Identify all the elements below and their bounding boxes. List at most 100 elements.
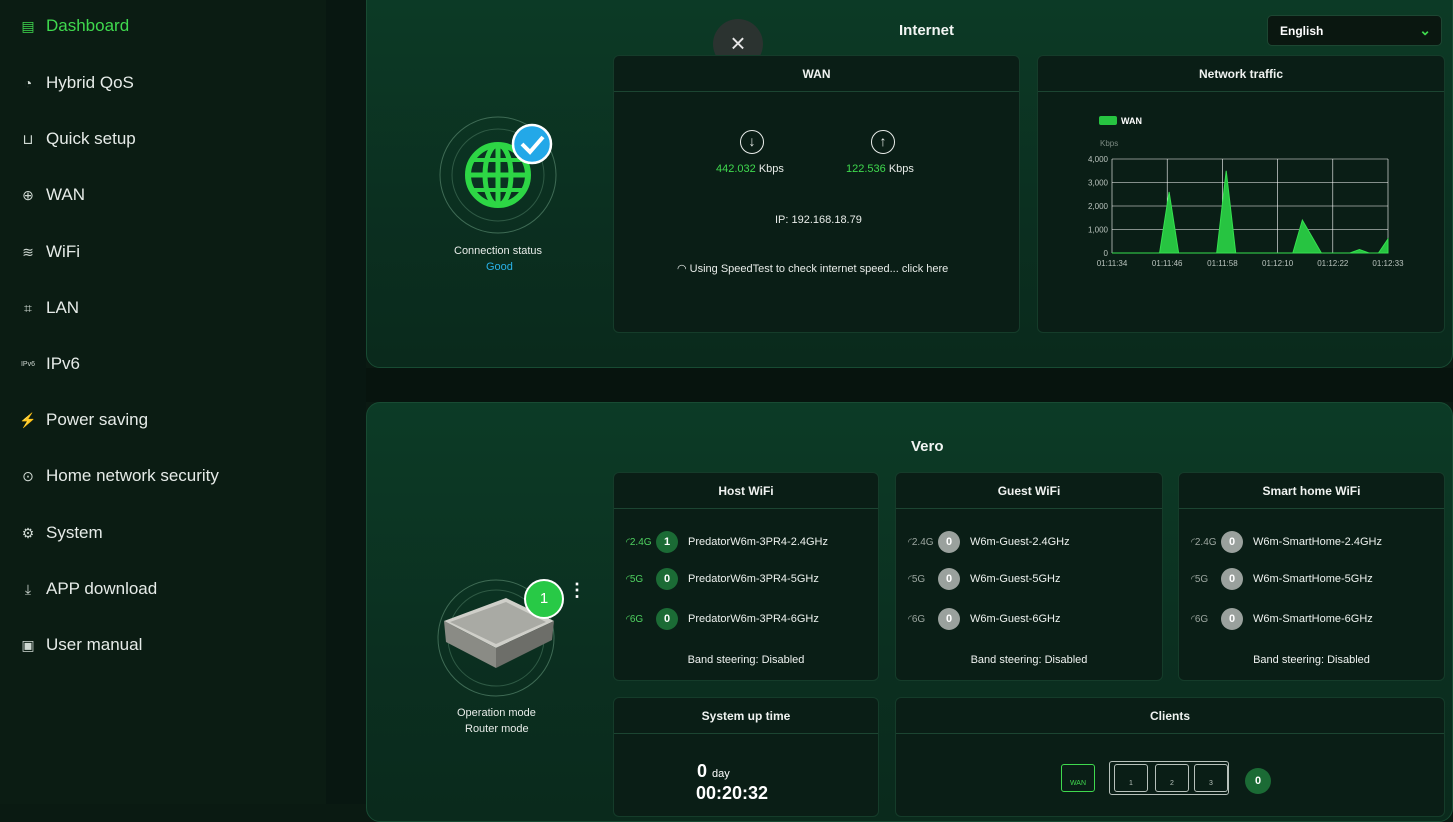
upload-unit: Kbps xyxy=(888,163,914,175)
wifi-band-icon: ◜2.4G xyxy=(626,536,652,548)
guest-wifi-row[interactable]: ◜5G 0 W6m-Guest-5GHz xyxy=(908,568,1060,590)
wifi-ssid: W6m-SmartHome-5GHz xyxy=(1253,573,1373,585)
lan-port-label: 2 xyxy=(1170,780,1174,787)
wifi-ssid: W6m-Guest-6GHz xyxy=(970,613,1061,625)
wifi-ssid: PredatorW6m-3PR4-5GHz xyxy=(688,573,819,585)
wifi-band-icon: ◜2.4G xyxy=(1191,536,1217,548)
operation-mode-value: Router mode xyxy=(465,723,529,735)
client-count-badge: 0 xyxy=(1221,531,1243,553)
wifi-band-icon: ◜6G xyxy=(1191,613,1209,625)
close-icon: × xyxy=(730,28,746,58)
lan-port-icon: 2 xyxy=(1155,764,1189,792)
guest-wifi-row[interactable]: ◜6G 0 W6m-Guest-6GHz xyxy=(908,608,1060,630)
wifi-band: 5G xyxy=(629,573,644,585)
wifi-band-icon: ◜2.4G xyxy=(908,536,934,548)
smart-home-wifi-row[interactable]: ◜5G 0 W6m-SmartHome-5GHz xyxy=(1191,568,1373,590)
chevron-down-icon: ⌄ xyxy=(1419,22,1431,38)
sidebar-item-user-manual[interactable]: ▣ User manual xyxy=(18,630,142,660)
wan-card: WAN xyxy=(613,55,1020,333)
lan-port-icon: 1 xyxy=(1114,764,1148,792)
upload-arrow-icon: ↑ xyxy=(871,130,895,154)
uptime-days-value: 0 xyxy=(697,761,708,781)
x-tick-label: 01:12:33 xyxy=(1372,259,1404,268)
device-count-badge: 1 xyxy=(524,579,564,619)
lan-icon: ⌗ xyxy=(24,299,32,316)
wifi-band: 2.4G xyxy=(911,536,934,548)
client-count-badge: 0 xyxy=(1221,608,1243,630)
connection-status-label: Connection status xyxy=(454,245,543,257)
guest-wifi-card: Guest WiFi ◜2.4G 0 W6m-Guest-2.4GHz ◜5G 0 W6… xyxy=(895,472,1163,681)
lan-port-label: 3 xyxy=(1209,780,1213,787)
uptime-days-label: day xyxy=(712,768,730,780)
host-wifi-row[interactable]: ◜6G 0 PredatorW6m-3PR4-6GHz xyxy=(626,608,819,630)
wifi-band: 5G xyxy=(911,573,926,585)
smart-home-wifi-row[interactable]: ◜2.4G 0 W6m-SmartHome-2.4GHz xyxy=(1191,531,1382,553)
x-tick-label: 01:12:10 xyxy=(1262,259,1294,268)
upload-value: 122.536 xyxy=(846,163,886,175)
client-count-badge: 0 xyxy=(938,568,960,590)
sidebar-item-dashboard[interactable]: ▤ Dashboard xyxy=(18,11,129,41)
sidebar-item-label: System xyxy=(46,523,103,542)
router-setup-icon: ⊔ xyxy=(22,130,34,147)
wifi-band: 5G xyxy=(1194,573,1209,585)
lan-port-icon: 3 xyxy=(1194,764,1228,792)
globe-icon: ⊕ xyxy=(22,186,34,203)
sidebar-item-power-saving[interactable]: ⚡ Power saving xyxy=(18,405,148,435)
wifi-band-icon: ◜5G xyxy=(908,573,926,585)
internet-title: Internet xyxy=(899,22,955,39)
sidebar-item-home-network-security[interactable]: ⊙ Home network security xyxy=(18,461,219,491)
guest-wifi-row[interactable]: ◜2.4G 0 W6m-Guest-2.4GHz xyxy=(908,531,1070,553)
language-value: English xyxy=(1280,24,1324,38)
sidebar-item-app-download[interactable]: ⤓ APP download xyxy=(18,574,157,604)
host-wifi-row[interactable]: ◜5G 0 PredatorW6m-3PR4-5GHz xyxy=(626,568,819,590)
client-count-badge: 0 xyxy=(656,568,678,590)
wan-port-icon: WAN xyxy=(1061,764,1095,792)
sidebar-item-hybrid-qos[interactable]: ◔ Hybrid QoS xyxy=(18,68,134,98)
sidebar-item-label: WAN xyxy=(46,185,86,204)
y-tick-label: 1,000 xyxy=(1088,226,1109,235)
shield-search-icon: ⊙ xyxy=(22,467,34,484)
legend-swatch xyxy=(1099,116,1117,125)
sidebar-item-label: WiFi xyxy=(46,242,80,261)
client-count-badge: 0 xyxy=(938,608,960,630)
sidebar-item-wan[interactable]: ⊕ WAN xyxy=(18,180,85,210)
band-steering-status: Band steering: Disabled xyxy=(970,654,1088,666)
band-steering-status: Band steering: Disabled xyxy=(687,654,805,666)
sidebar-item-system[interactable]: ⚙ System xyxy=(18,518,103,548)
sidebar-item-lan[interactable]: ⌗ LAN xyxy=(18,293,79,323)
host-wifi-card: Host WiFi ◜2.4G 1 PredatorW6m-3PR4-2.4GHz … xyxy=(613,472,879,681)
smart-home-wifi-row[interactable]: ◜6G 0 W6m-SmartHome-6GHz xyxy=(1191,608,1373,630)
uptime-days: 0 day xyxy=(697,761,730,782)
x-tick-label: 01:11:58 xyxy=(1207,259,1238,268)
sidebar-item-wifi[interactable]: ≋ WiFi xyxy=(18,237,80,267)
speedtest-link[interactable]: ◠ Using SpeedTest to check internet spee… xyxy=(677,262,948,275)
wifi-band: 6G xyxy=(1194,613,1209,625)
lightning-icon: ⚡ xyxy=(19,411,37,428)
client-count-badge: 0 xyxy=(656,608,678,630)
legend-label: WAN xyxy=(1121,116,1142,126)
sidebar-item-ipv6[interactable]: IPv6 IPv6 xyxy=(18,349,80,379)
sidebar-item-quick-setup[interactable]: ⊔ Quick setup xyxy=(18,124,136,154)
y-tick-label: 2,000 xyxy=(1088,202,1109,211)
download-speed: 442.032 Kbps xyxy=(716,163,784,175)
y-tick-label: 3,000 xyxy=(1088,179,1109,188)
wifi-ssid: PredatorW6m-3PR4-2.4GHz xyxy=(688,536,828,548)
smart-home-wifi-title: Smart home WiFi xyxy=(1179,473,1444,509)
connection-globe-icon xyxy=(439,116,557,234)
wifi-band-icon: ◜5G xyxy=(626,573,644,585)
language-select[interactable]: English ⌄ xyxy=(1267,15,1442,46)
wifi-band-icon: ◜5G xyxy=(1191,573,1209,585)
sidebar-item-label: IPv6 xyxy=(46,354,81,373)
sidebar-item-label: Quick setup xyxy=(46,129,136,148)
lan-port-label: 1 xyxy=(1129,780,1133,787)
download-icon: ⤓ xyxy=(24,580,32,597)
wan-ip: IP: 192.168.18.79 xyxy=(775,214,862,226)
guest-wifi-title: Guest WiFi xyxy=(896,473,1162,509)
more-options-icon[interactable]: ⋮ xyxy=(568,581,586,599)
host-wifi-row[interactable]: ◜2.4G 1 PredatorW6m-3PR4-2.4GHz xyxy=(626,531,828,553)
clients-card: Clients xyxy=(895,697,1445,817)
sidebar-item-label: Dashboard xyxy=(46,16,130,35)
wifi-ssid: W6m-SmartHome-6GHz xyxy=(1253,613,1373,625)
network-traffic-title: Network traffic xyxy=(1038,56,1444,92)
sidebar-item-label: Power saving xyxy=(46,410,149,429)
